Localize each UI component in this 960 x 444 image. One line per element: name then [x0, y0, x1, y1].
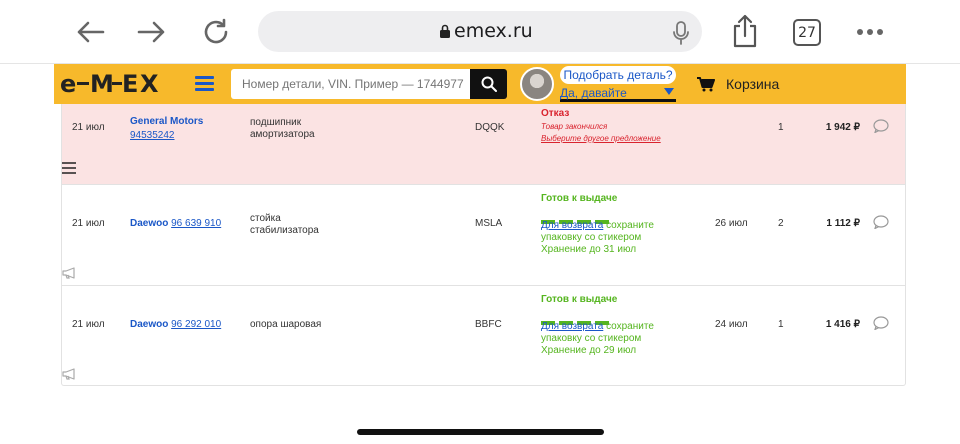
status-badge: Готов к выдаче [541, 193, 618, 204]
price: 1 942 ₽ [825, 122, 860, 133]
part-search-input[interactable] [231, 69, 470, 99]
svg-text:X: X [140, 71, 162, 95]
status-badge: Отказ [541, 108, 570, 119]
browser-toolbar: emex.ru 27 [0, 0, 960, 64]
price: 1 416 ₽ [825, 319, 860, 330]
menu-icon[interactable] [62, 162, 76, 174]
pick-part-bubble: Подобрать деталь? [560, 66, 676, 84]
cart-link[interactable]: Корзина [726, 76, 779, 92]
chat-icon[interactable] [873, 119, 889, 133]
return-link[interactable]: Для возврата [541, 220, 603, 231]
brand-link[interactable]: General Motors [130, 116, 203, 127]
part-description: стабилизатора [250, 225, 319, 236]
table-row: 21 июл Daewoo 96 639 910 стойка стабилиз… [62, 185, 905, 286]
chat-icon[interactable] [873, 316, 889, 330]
return-text: сохраните [606, 321, 654, 332]
arrow-right-icon [137, 21, 165, 43]
home-indicator[interactable] [357, 429, 604, 435]
arrow-left-icon [77, 21, 105, 43]
order-date: 21 июл [72, 122, 105, 133]
forward-button[interactable] [134, 14, 170, 50]
chat-icon[interactable] [873, 215, 889, 229]
tabs-button[interactable]: 27 [793, 19, 821, 46]
svg-text:E: E [122, 71, 141, 95]
logo-mark: e M E X [60, 70, 162, 98]
choose-other-offer-link[interactable]: Выберите другое предложение [541, 134, 661, 143]
storage-text: Хранение до 29 июл [541, 345, 637, 356]
part-number-link[interactable]: 96 639 910 [171, 218, 221, 229]
return-info: Для возврата сохраните [541, 321, 654, 333]
part-description: подшипник [250, 117, 302, 128]
svg-text:e: e [60, 71, 79, 95]
part-description: стойка [250, 213, 281, 224]
chevron-down-icon [664, 88, 674, 95]
more-icon[interactable] [856, 28, 884, 36]
megaphone-icon[interactable] [62, 267, 78, 279]
return-info: Для возврата сохраните [541, 220, 654, 232]
search-icon [481, 76, 497, 92]
delivery-date: 24 июл [715, 319, 748, 330]
storage-text: Хранение до 31 июл [541, 244, 637, 255]
assistant-avatar[interactable] [520, 67, 554, 101]
orders-table: 21 июл General Motors 94535242 подшипник… [61, 104, 906, 386]
return-link[interactable]: Для возврата [541, 321, 603, 332]
lock-icon [440, 24, 450, 38]
brand-link[interactable]: Daewoo [130, 218, 168, 229]
part-number-link[interactable]: 96 292 010 [171, 319, 221, 330]
status-badge: Готов к выдаче [541, 294, 618, 305]
delivery-date: 26 июл [715, 218, 748, 229]
part-link[interactable]: Daewoo 96 639 910 [130, 218, 221, 229]
supplier-code: BBFC [475, 319, 502, 330]
quantity: 1 [778, 319, 784, 330]
pick-part-select-value: Да, давайте [560, 86, 627, 100]
back-button[interactable] [72, 14, 108, 50]
part-description: амортизатора [250, 129, 315, 140]
order-date: 21 июл [72, 319, 105, 330]
return-text: сохраните [606, 220, 654, 231]
return-text: упаковку со стикером [541, 333, 642, 344]
supplier-code: MSLA [475, 218, 503, 229]
quantity: 1 [778, 122, 784, 133]
reload-button[interactable] [198, 14, 234, 50]
menu-icon[interactable] [195, 76, 214, 91]
url-text: emex.ru [454, 20, 533, 42]
table-row: 21 июл General Motors 94535242 подшипник… [62, 104, 905, 185]
emex-logo[interactable]: e M E X [60, 70, 162, 102]
return-text: упаковку со стикером [541, 232, 642, 243]
megaphone-icon[interactable] [62, 368, 78, 380]
share-icon[interactable] [731, 14, 759, 48]
brand-link[interactable]: Daewoo [130, 319, 168, 330]
price: 1 112 ₽ [826, 218, 860, 229]
part-number-link[interactable]: 94535242 [130, 130, 175, 141]
supplier-code: DQQK [475, 122, 505, 133]
search-button[interactable] [470, 69, 507, 99]
part-link[interactable]: Daewoo 96 292 010 [130, 319, 221, 330]
cart-icon[interactable] [697, 77, 715, 92]
table-row: 21 июл Daewoo 96 292 010 опора шаровая B… [62, 286, 905, 385]
quantity: 2 [778, 218, 784, 229]
status-note: Товар закончился [541, 122, 608, 131]
part-description: опора шаровая [250, 319, 322, 330]
microphone-icon[interactable] [672, 21, 690, 45]
order-date: 21 июл [72, 218, 105, 229]
reload-icon [204, 18, 228, 44]
pick-part-select[interactable]: Да, давайте [560, 86, 676, 102]
